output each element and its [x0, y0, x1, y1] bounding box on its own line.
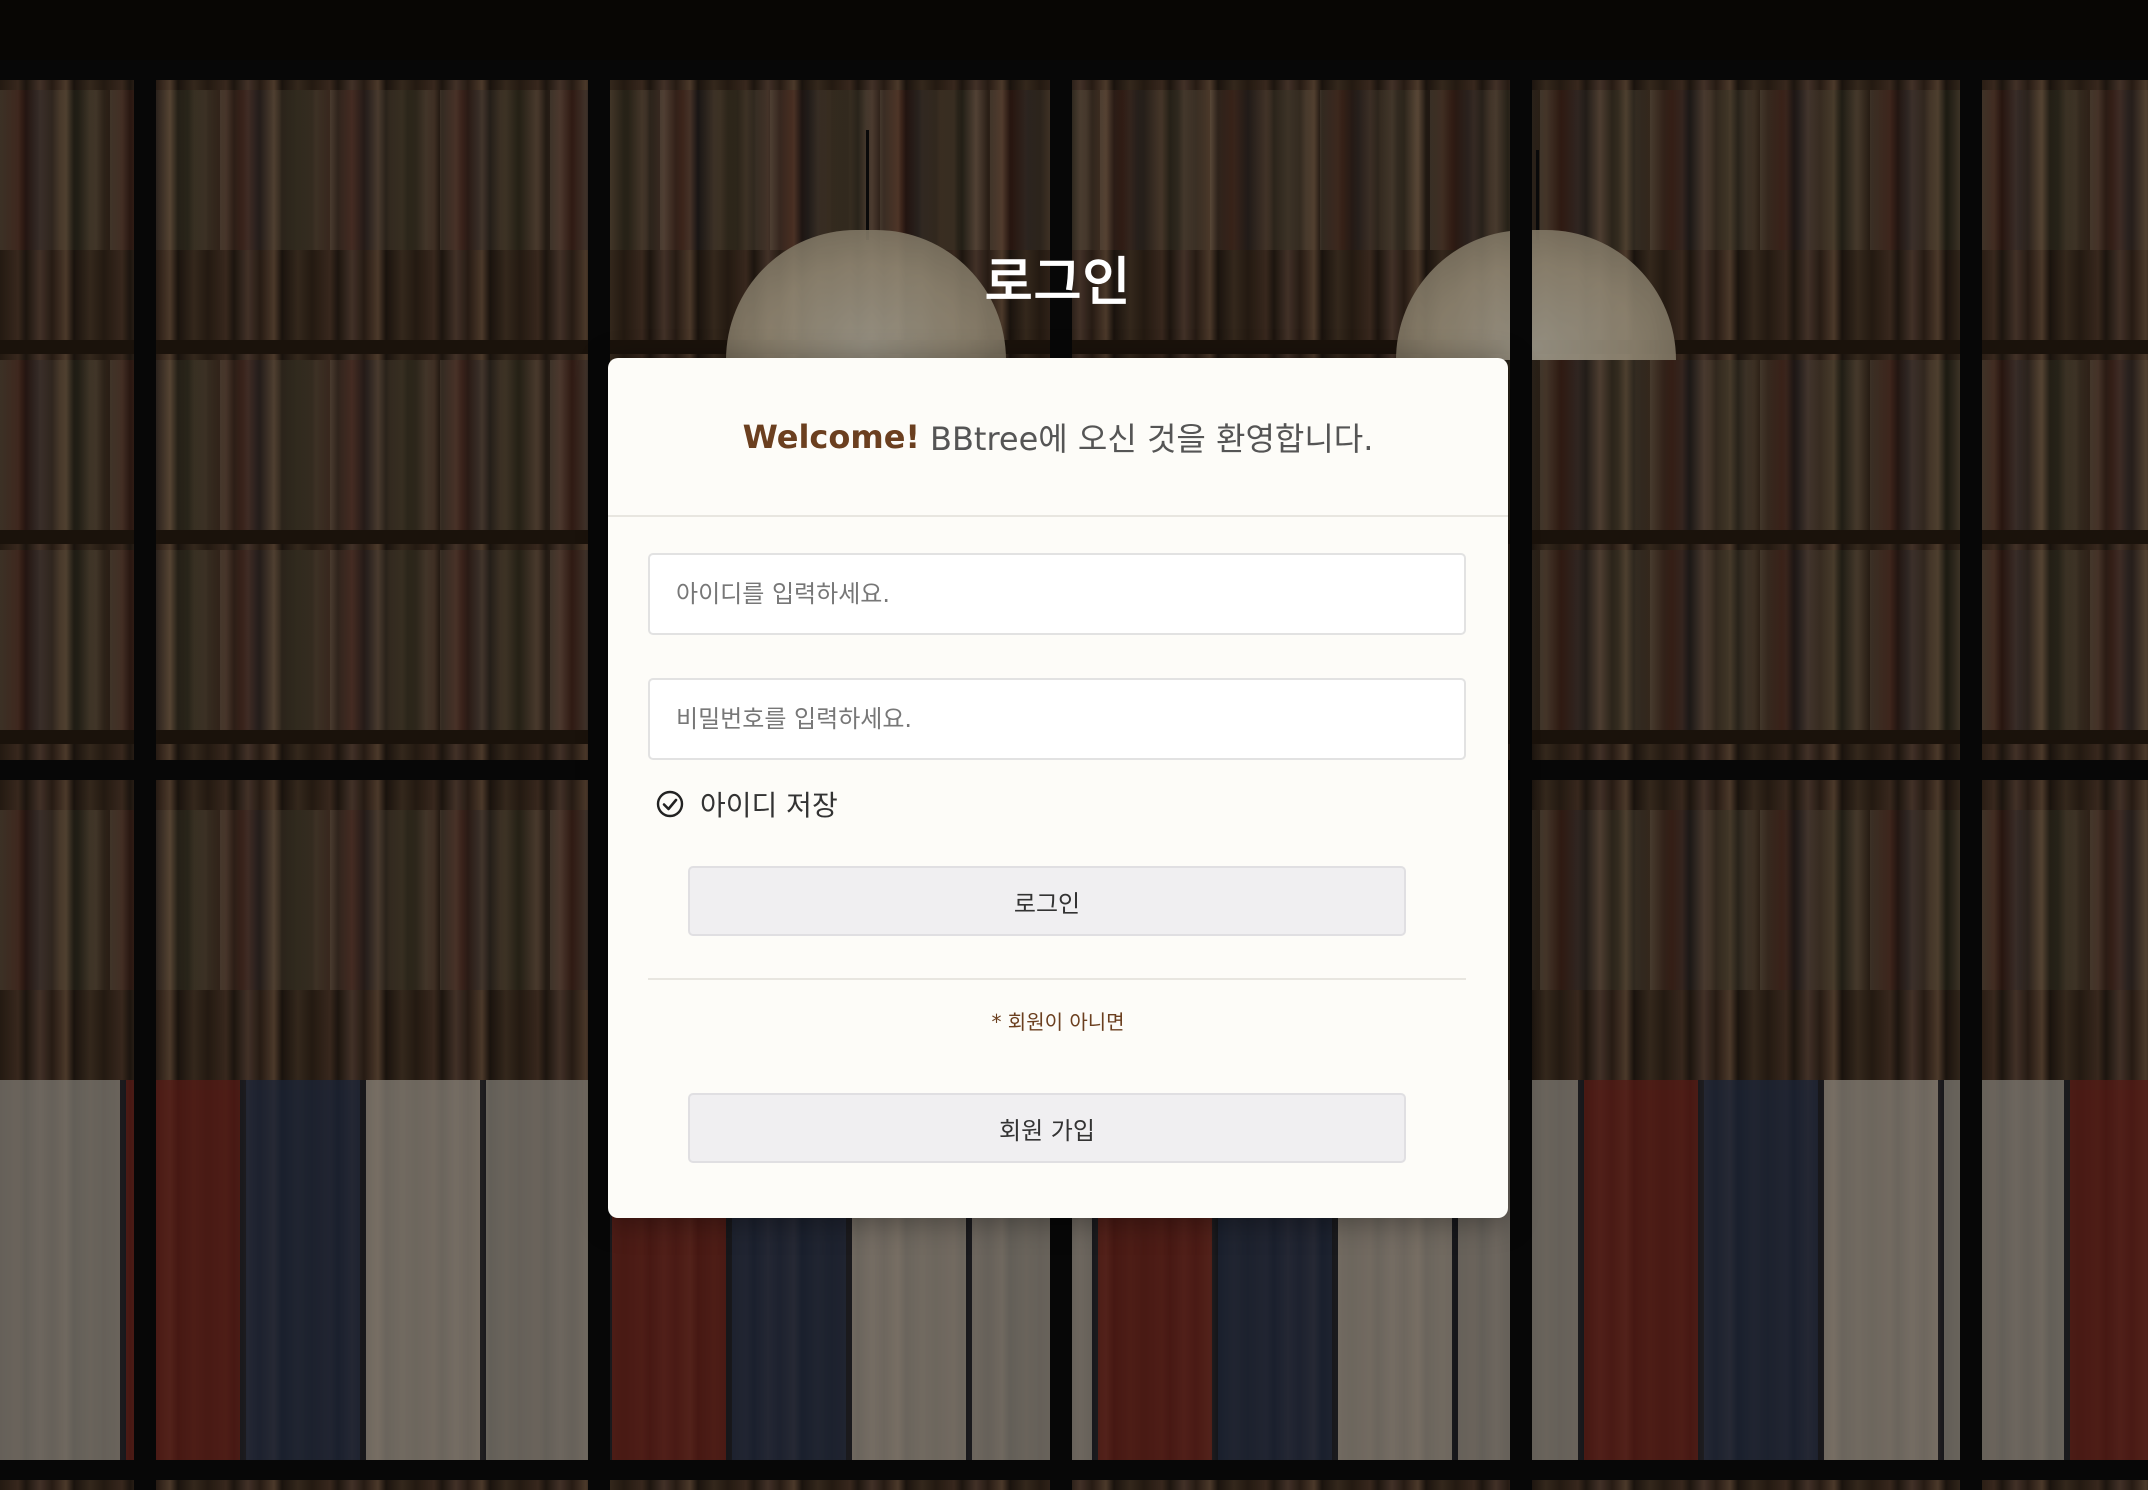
id-input[interactable]	[648, 553, 1466, 635]
signup-button[interactable]: 회원 가입	[688, 1093, 1406, 1163]
remember-id-checkbox[interactable]: 아이디 저장	[656, 784, 838, 824]
remember-id-label: 아이디 저장	[700, 789, 838, 822]
password-input[interactable]	[648, 678, 1466, 760]
page-title: 로그인	[984, 253, 1132, 313]
divider	[648, 978, 1466, 980]
login-card: Welcome! BBtree에 오신 것을 환영합니다. 아이디 저장 로그인…	[608, 358, 1508, 1218]
signup-note: * 회원이 아니면	[991, 1010, 1125, 1034]
welcome-bold-text: Welcome!	[742, 417, 921, 456]
login-button[interactable]: 로그인	[688, 866, 1406, 936]
welcome-header: Welcome! BBtree에 오신 것을 환영합니다.	[608, 358, 1508, 517]
check-circle-icon	[656, 790, 684, 818]
welcome-message: BBtree에 오신 것을 환영합니다.	[930, 419, 1374, 458]
